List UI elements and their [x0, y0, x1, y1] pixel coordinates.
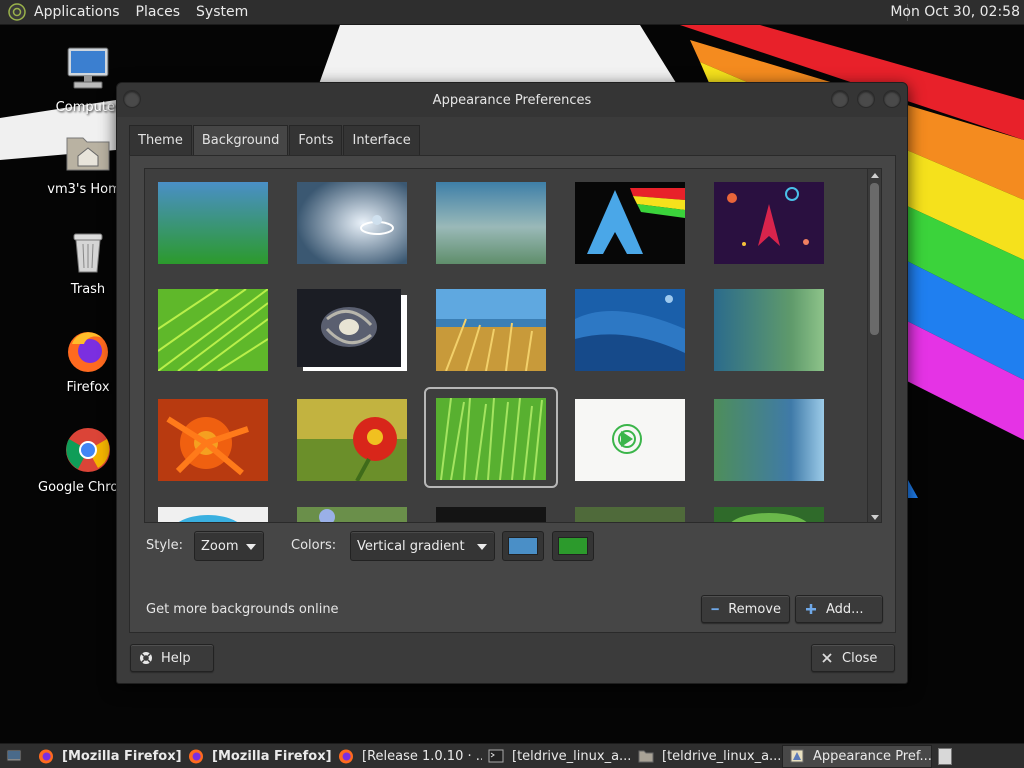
dialog-titlebar[interactable]: Appearance Preferences: [117, 83, 907, 117]
taskbar-item-label: [Mozilla Firefox]: [212, 748, 332, 764]
close-icon: [822, 653, 832, 663]
more-backgrounds-link[interactable]: Get more backgrounds online: [146, 602, 339, 617]
background-thumbnail[interactable]: [158, 507, 268, 523]
home-folder-icon: [66, 137, 110, 171]
background-thumbnail[interactable]: [575, 182, 685, 264]
style-dropdown[interactable]: Zoom: [194, 531, 264, 561]
thumbnail-scrollbar[interactable]: [867, 169, 881, 522]
remove-button-label: Remove: [728, 601, 781, 617]
taskbar-item-appearance[interactable]: Appearance Pref...: [782, 744, 932, 768]
background-thumbnail[interactable]: [714, 399, 824, 481]
selected-thumbnail-frame[interactable]: [424, 387, 558, 488]
firefox-icon: [339, 749, 353, 764]
background-thumbnail[interactable]: [436, 289, 546, 371]
tab-fonts[interactable]: Fonts: [289, 125, 343, 155]
background-thumbnail[interactable]: [575, 507, 685, 523]
menu-system[interactable]: System: [188, 0, 256, 25]
background-thumbnail[interactable]: [714, 507, 824, 523]
background-thumbnail[interactable]: [158, 289, 268, 371]
close-button-label: Close: [842, 650, 878, 666]
firefox-icon: [68, 332, 108, 372]
taskbar-item-label: [teldrive_linux_a...: [662, 748, 782, 764]
background-thumbnail[interactable]: [714, 289, 824, 371]
secondary-color-button[interactable]: [552, 531, 594, 561]
secondary-color-swatch: [558, 537, 588, 555]
terminal-icon: [488, 749, 504, 763]
firefox-icon: [39, 749, 53, 764]
background-thumbnail[interactable]: [575, 289, 685, 371]
help-button-label: Help: [161, 650, 191, 666]
colors-dropdown[interactable]: Vertical gradient: [350, 531, 495, 561]
taskbar-item-file-manager[interactable]: [teldrive_linux_a...: [632, 745, 782, 768]
background-thumbnail[interactable]: [158, 182, 268, 264]
taskbar-item-firefox-1[interactable]: [Mozilla Firefox]: [32, 745, 182, 768]
help-button[interactable]: Help: [130, 644, 214, 672]
taskbar-item-terminal[interactable]: [teldrive_linux_a...: [482, 745, 632, 768]
tab-theme[interactable]: Theme: [129, 125, 192, 155]
taskbar-item-label: [teldrive_linux_a...: [512, 748, 632, 764]
folder-icon: [638, 750, 654, 763]
panel-menu: Applications Places System: [0, 0, 256, 25]
background-thumbnail[interactable]: [297, 182, 407, 264]
dialog-title: Appearance Preferences: [432, 92, 592, 108]
appearance-icon: [790, 749, 804, 763]
style-dropdown-value: Zoom: [201, 538, 239, 554]
background-thumbnail[interactable]: [297, 507, 407, 523]
show-desktop-icon[interactable]: [6, 748, 22, 764]
chevron-down-icon: [246, 544, 256, 550]
background-thumbnail[interactable]: [297, 289, 407, 371]
taskbar-item-firefox-2[interactable]: [Mozilla Firefox]: [182, 745, 332, 768]
primary-color-button[interactable]: [502, 531, 544, 561]
taskbar-item-release-page[interactable]: [Release 1.0.10 · ...: [332, 745, 482, 768]
maximize-button[interactable]: [857, 90, 875, 108]
background-tab-panel: Style: Zoom Colors: Vertical gradient Ge…: [129, 155, 896, 633]
menu-applications[interactable]: Applications: [26, 0, 128, 25]
minimize-button[interactable]: [831, 90, 849, 108]
background-thumbnail[interactable]: [436, 398, 546, 480]
trash-icon: [73, 233, 103, 273]
window-close-button[interactable]: [883, 90, 901, 108]
background-thumbnail[interactable]: [158, 399, 268, 481]
background-thumbnail[interactable]: [575, 399, 685, 481]
add-button[interactable]: Add...: [795, 595, 883, 623]
taskbar-item-label: [Release 1.0.10 · ...: [362, 748, 482, 764]
window-menu-button[interactable]: [123, 90, 141, 108]
chevron-down-icon: [477, 544, 487, 550]
bottom-taskbar: [Mozilla Firefox] [Mozilla Firefox] [Rel…: [0, 743, 1024, 768]
background-thumbnail[interactable]: [714, 182, 824, 264]
minus-icon: [711, 608, 719, 611]
close-button[interactable]: Close: [811, 644, 895, 672]
plus-icon: [806, 604, 816, 614]
top-panel: Applications Places System Mon Oct 30, 0…: [0, 0, 1024, 25]
colors-label: Colors:: [291, 538, 337, 553]
tab-bar: Theme Background Fonts Interface: [129, 125, 421, 156]
background-thumbnail-grid: [144, 168, 882, 523]
help-lifebuoy-icon: [140, 652, 152, 664]
colors-dropdown-value: Vertical gradient: [357, 538, 465, 554]
panel-clock[interactable]: Mon Oct 30, 02:58: [890, 0, 1020, 25]
tab-interface[interactable]: Interface: [343, 125, 420, 155]
taskbar-item-label: [Mozilla Firefox]: [62, 748, 182, 764]
chrome-icon: [66, 428, 110, 472]
style-label: Style:: [146, 538, 184, 553]
taskbar-item-label: Appearance Pref...: [813, 748, 932, 764]
primary-color-swatch: [508, 537, 538, 555]
workspace-switcher[interactable]: [938, 747, 952, 765]
tab-background[interactable]: Background: [192, 125, 289, 156]
computer-icon: [67, 47, 109, 89]
appearance-preferences-dialog: Appearance Preferences Theme Background …: [116, 82, 908, 684]
scroll-up-arrow-icon[interactable]: [871, 173, 879, 178]
firefox-icon: [189, 749, 203, 764]
menu-places[interactable]: Places: [128, 0, 189, 25]
scroll-down-arrow-icon[interactable]: [871, 515, 879, 520]
background-thumbnail[interactable]: [436, 182, 546, 264]
distro-logo-icon[interactable]: [8, 3, 26, 21]
background-thumbnail[interactable]: [436, 507, 546, 523]
scrollbar-thumb[interactable]: [870, 183, 879, 335]
remove-button[interactable]: Remove: [701, 595, 790, 623]
background-thumbnail[interactable]: [297, 399, 407, 481]
add-button-label: Add...: [826, 601, 864, 617]
